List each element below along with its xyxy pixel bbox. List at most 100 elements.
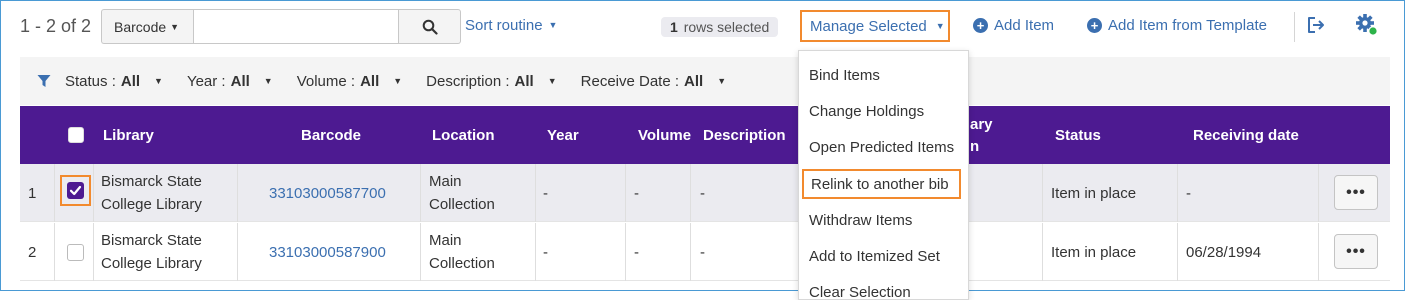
row-actions-button[interactable]: ••• bbox=[1334, 175, 1378, 210]
cell-divider bbox=[690, 164, 691, 222]
location-cell: Main Collection bbox=[429, 223, 495, 281]
caret-down-icon: ▼ bbox=[548, 20, 558, 30]
menu-item-change-holdings[interactable]: Change Holdings bbox=[799, 96, 968, 126]
cell-divider bbox=[54, 164, 55, 222]
cell-divider bbox=[1177, 164, 1178, 222]
library-cell: Bismarck State College Library bbox=[101, 164, 202, 222]
status-cell: Item in place bbox=[1051, 243, 1137, 261]
table-header: Library Barcode Location Year Volume Des… bbox=[20, 106, 1390, 164]
cell-divider bbox=[1042, 223, 1043, 281]
filter-year[interactable]: Year : All ▼ bbox=[187, 73, 273, 90]
caret-down-icon: ▼ bbox=[154, 76, 163, 86]
row-select-checkbox[interactable] bbox=[67, 243, 84, 261]
manage-selected-menu: Bind Items Change Holdings Open Predicte… bbox=[798, 50, 969, 300]
cell-divider bbox=[420, 223, 421, 281]
toolbar: 1 - 2 of 2 Barcode ▼ Sort routine ▼ 1 row… bbox=[0, 0, 1405, 52]
location-line-1: Main bbox=[429, 232, 462, 249]
plus-circle-icon: + bbox=[1087, 18, 1102, 33]
col-library[interactable]: Library bbox=[103, 106, 154, 164]
more-dots-icon: ••• bbox=[1346, 242, 1366, 260]
filter-description[interactable]: Description : All ▼ bbox=[426, 73, 556, 90]
filter-volume-label: Volume : bbox=[296, 72, 356, 90]
menu-item-open-predicted-items[interactable]: Open Predicted Items bbox=[799, 132, 968, 162]
row-select-checkbox-highlight[interactable] bbox=[60, 175, 91, 206]
select-all-checkbox[interactable] bbox=[68, 127, 84, 143]
col-description[interactable]: Description bbox=[703, 106, 786, 164]
search-group: Barcode ▼ bbox=[101, 9, 461, 44]
col-status[interactable]: Status bbox=[1055, 106, 1101, 164]
cell-divider bbox=[535, 164, 536, 222]
sort-routine-label: Sort routine bbox=[465, 17, 543, 34]
cell-divider bbox=[625, 223, 626, 281]
year-cell: - bbox=[543, 184, 548, 202]
menu-item-withdraw-items[interactable]: Withdraw Items bbox=[799, 205, 968, 235]
rows-selected-count: 1 bbox=[670, 19, 678, 35]
row-select-cell bbox=[67, 223, 84, 281]
year-cell: - bbox=[543, 243, 548, 261]
caret-down-icon: ▼ bbox=[393, 76, 403, 86]
manage-selected-button[interactable]: Manage Selected ▼ bbox=[800, 10, 950, 42]
filter-volume[interactable]: Volume : All ▼ bbox=[297, 73, 402, 90]
cell-divider bbox=[54, 223, 55, 281]
select-all-cell bbox=[68, 106, 84, 164]
caret-down-icon: ▼ bbox=[263, 76, 273, 86]
filter-bar: Status : All ▼ Year : All ▼ Volume : All ▼ Des… bbox=[20, 57, 1390, 105]
settings-gear-icon[interactable] bbox=[1355, 13, 1379, 37]
description-cell: - bbox=[700, 243, 705, 261]
menu-item-bind-items[interactable]: Bind Items bbox=[799, 60, 968, 90]
library-cell: Bismarck State College Library bbox=[101, 223, 202, 281]
sort-routine-dropdown[interactable]: Sort routine ▼ bbox=[465, 17, 557, 34]
col-barcode[interactable]: Barcode bbox=[301, 106, 361, 164]
filter-year-label: Year : bbox=[186, 72, 226, 90]
cell-divider bbox=[420, 164, 421, 222]
cell-divider bbox=[625, 164, 626, 222]
cell-divider bbox=[93, 164, 94, 222]
more-dots-icon: ••• bbox=[1346, 183, 1366, 201]
barcode-link[interactable]: 33103000587900 bbox=[269, 241, 386, 264]
search-icon bbox=[422, 19, 438, 35]
cell-divider bbox=[1318, 164, 1319, 222]
col-receiving-date[interactable]: Receiving date bbox=[1193, 106, 1299, 164]
caret-down-icon: ▼ bbox=[170, 21, 180, 32]
row-number: 2 bbox=[28, 243, 37, 261]
filter-status[interactable]: Status : All ▼ bbox=[65, 73, 163, 90]
caret-down-icon: ▼ bbox=[935, 21, 945, 31]
menu-item-add-to-itemized-set[interactable]: Add to Itemized Set bbox=[799, 241, 968, 271]
add-item-button[interactable]: + Add Item bbox=[973, 17, 1054, 34]
export-icon[interactable] bbox=[1306, 15, 1326, 35]
status-cell: Item in place bbox=[1051, 184, 1137, 202]
cell-divider bbox=[1042, 164, 1043, 222]
plus-circle-icon: + bbox=[973, 18, 988, 33]
menu-item-relink-to-another-bib[interactable]: Relink to another bib bbox=[802, 169, 961, 199]
filter-description-label: Description : bbox=[426, 72, 510, 90]
row-select-checkbox-checked[interactable] bbox=[67, 182, 84, 199]
menu-item-clear-selection[interactable]: Clear Selection bbox=[799, 277, 968, 300]
add-item-from-template-button[interactable]: + Add Item from Template bbox=[1087, 17, 1267, 34]
table-row: 2 Bismarck State College Library 3310300… bbox=[20, 223, 1390, 281]
col-volume[interactable]: Volume bbox=[638, 106, 691, 164]
library-line-2: College Library bbox=[101, 196, 202, 213]
filter-volume-value: All bbox=[360, 72, 380, 90]
search-scope-dropdown[interactable]: Barcode ▼ bbox=[101, 9, 193, 44]
cell-divider bbox=[1177, 223, 1178, 281]
cell-divider bbox=[690, 223, 691, 281]
volume-cell: - bbox=[634, 184, 639, 202]
col-year[interactable]: Year bbox=[547, 106, 579, 164]
search-input[interactable] bbox=[193, 9, 399, 44]
search-button[interactable] bbox=[399, 9, 461, 44]
col-location[interactable]: Location bbox=[432, 106, 495, 164]
col-partial-top: ary bbox=[970, 115, 993, 133]
filter-description-value: All bbox=[514, 72, 534, 90]
location-line-2: Collection bbox=[429, 255, 495, 272]
cell-divider bbox=[237, 164, 238, 222]
receiving-date-cell: 06/28/1994 bbox=[1186, 243, 1262, 261]
barcode-link[interactable]: 33103000587700 bbox=[269, 182, 386, 205]
filter-receive-date-value: All bbox=[684, 72, 704, 90]
filter-funnel-icon bbox=[37, 75, 51, 87]
library-line-2: College Library bbox=[101, 255, 202, 272]
barcode-cell: 33103000587700 bbox=[269, 164, 386, 222]
filter-receive-date[interactable]: Receive Date : All ▼ bbox=[581, 73, 726, 90]
rows-selected-text: rows selected bbox=[683, 19, 770, 35]
filter-receive-date-label: Receive Date : bbox=[580, 72, 680, 90]
row-actions-button[interactable]: ••• bbox=[1334, 234, 1378, 269]
